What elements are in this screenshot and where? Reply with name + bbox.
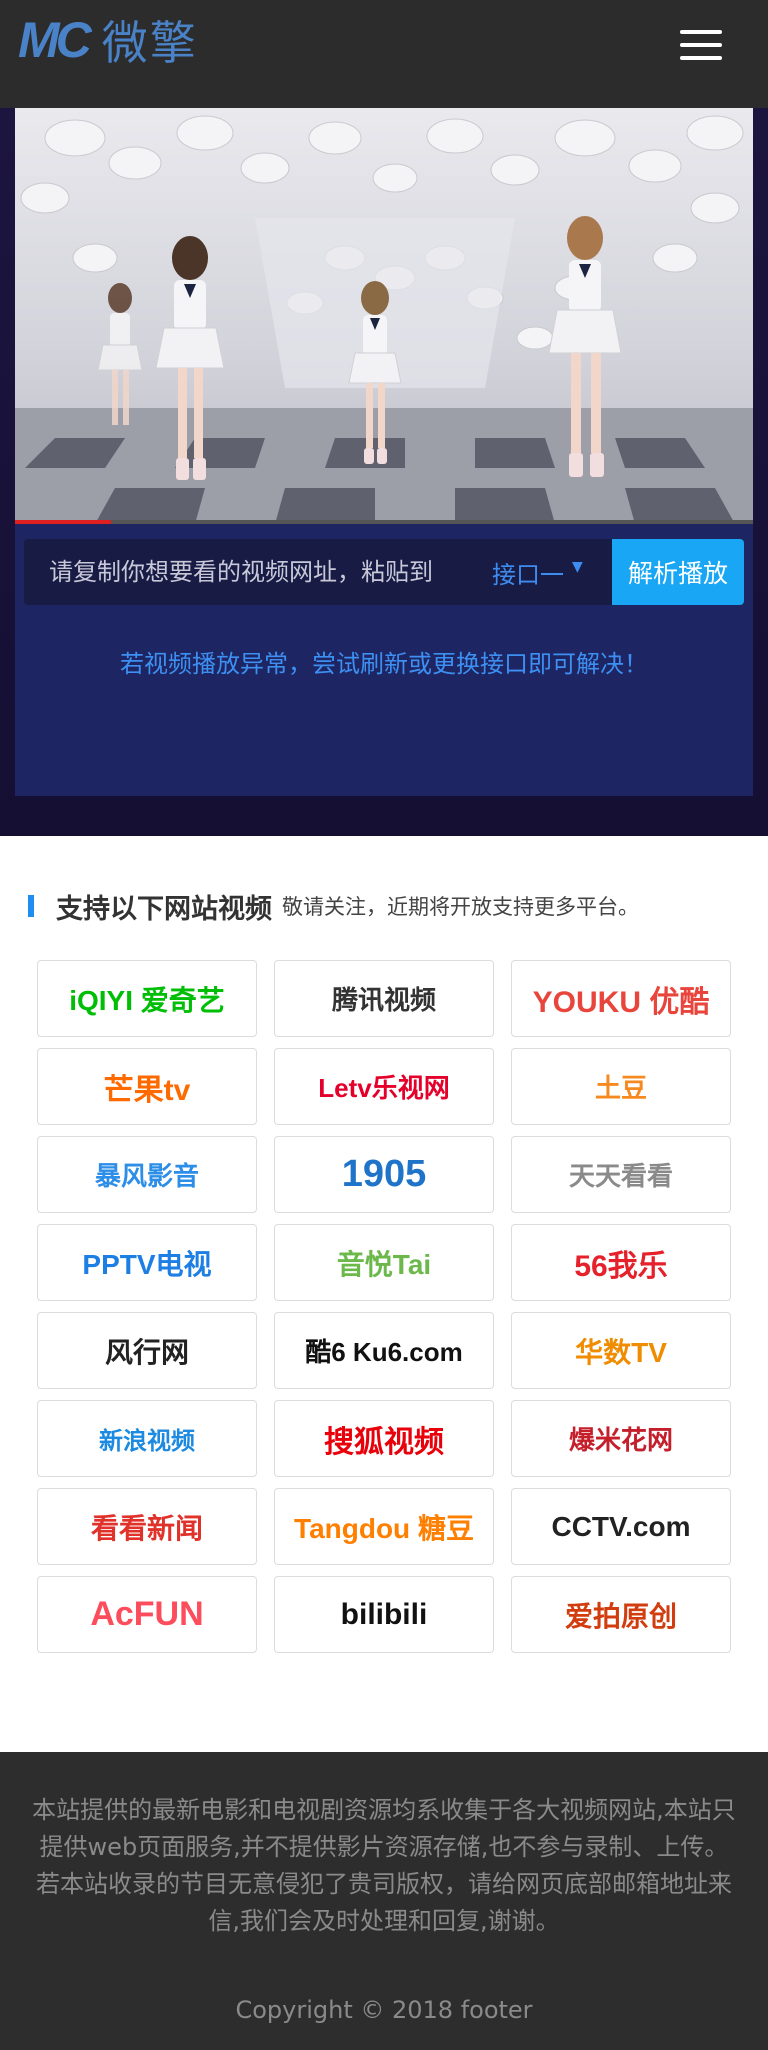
site-card-tudou[interactable]: 土豆 bbox=[511, 1048, 731, 1125]
site-logo-mgtv: 芒果tv bbox=[103, 1073, 191, 1107]
site-card-yinyuetai[interactable]: 音悦Tai bbox=[274, 1224, 494, 1301]
video-player[interactable] bbox=[15, 108, 753, 524]
site-card-cctv[interactable]: CCTV.com bbox=[511, 1488, 731, 1565]
site-card-iqiyi[interactable]: iQIYI 爱奇艺 bbox=[37, 960, 257, 1037]
site-logo-grid: iQIYI 爱奇艺 腾讯视频 YOUKU 优酷 芒果tv Letv乐视网 土豆 … bbox=[37, 960, 731, 1653]
video-url-input[interactable] bbox=[24, 539, 472, 605]
site-card-kankannews[interactable]: 看看新闻 bbox=[37, 1488, 257, 1565]
parse-bar: 接口一 ▼ 解析播放 bbox=[24, 539, 744, 605]
site-logo-sohu: 搜狐视频 bbox=[324, 1425, 444, 1459]
site-card-56[interactable]: 56我乐 bbox=[511, 1224, 731, 1301]
site-card-funshion[interactable]: 风行网 bbox=[37, 1312, 257, 1389]
site-logo-baomihua: 爆米花网 bbox=[568, 1425, 673, 1455]
site-card-baomihua[interactable]: 爆米花网 bbox=[511, 1400, 731, 1477]
footer-disclaimer: 本站提供的最新电影和电视剧资源均系收集于各大视频网站,本站只提供web页面服务,… bbox=[28, 1792, 740, 1940]
site-card-wasu[interactable]: 华数TV bbox=[511, 1312, 731, 1389]
page-footer: 本站提供的最新电影和电视剧资源均系收集于各大视频网站,本站只提供web页面服务,… bbox=[0, 1752, 768, 2050]
sites-subtitle: 敬请关注，近期将开放支持更多平台。 bbox=[282, 895, 639, 919]
site-logo-aipai: 爱拍原创 bbox=[564, 1600, 677, 1632]
site-card-1905[interactable]: 1905 bbox=[274, 1136, 494, 1213]
logo-mark: MC bbox=[18, 12, 92, 68]
site-card-sohu[interactable]: 搜狐视频 bbox=[274, 1400, 494, 1477]
site-logo-tencent: 腾讯视频 bbox=[331, 985, 436, 1015]
section-marker bbox=[28, 895, 34, 917]
menu-icon[interactable] bbox=[680, 30, 722, 60]
site-logo-cctv: CCTV.com bbox=[551, 1510, 691, 1542]
parse-panel: 接口一 ▼ 解析播放 若视频播放异常，尝试刷新或更换接口即可解决！ bbox=[15, 524, 753, 796]
site-card-mgtv[interactable]: 芒果tv bbox=[37, 1048, 257, 1125]
site-logo-bilibili: bilibili bbox=[340, 1597, 428, 1631]
site-logo[interactable]: MC 微擎 bbox=[18, 12, 198, 70]
site-card-tangdou[interactable]: Tangdou 糖豆 bbox=[274, 1488, 494, 1565]
footer-text-1: 本站提供的最新电影和电视剧资源均系收集于各大视频网站,本站只提供web页面服务,… bbox=[32, 1796, 736, 1861]
site-logo-baofeng: 暴风影音 bbox=[94, 1161, 199, 1191]
parse-tip: 若视频播放异常，尝试刷新或更换接口即可解决！ bbox=[120, 650, 648, 678]
site-card-ku6[interactable]: 酷6 Ku6.com bbox=[274, 1312, 494, 1389]
site-logo-letv: Letv乐视网 bbox=[318, 1073, 450, 1103]
site-card-bilibili[interactable]: bilibili bbox=[274, 1576, 494, 1653]
site-card-acfun[interactable]: AcFUN bbox=[37, 1576, 257, 1653]
site-logo-tudou: 土豆 bbox=[594, 1073, 647, 1103]
site-logo-wasu: 华数TV bbox=[575, 1336, 667, 1368]
site-logo-yinyuetai: 音悦Tai bbox=[336, 1248, 432, 1280]
video-frame bbox=[15, 108, 753, 524]
site-card-pptv[interactable]: PPTV电视 bbox=[37, 1224, 257, 1301]
site-logo-pptv: PPTV电视 bbox=[82, 1248, 212, 1280]
site-card-kankan[interactable]: 天天看看 bbox=[511, 1136, 731, 1213]
site-logo-iqiyi: iQIYI 爱奇艺 bbox=[69, 984, 225, 1016]
dropdown-arrow-icon: ▼ bbox=[572, 559, 583, 575]
sites-header: 支持以下网站视频 敬请关注，近期将开放支持更多平台。 bbox=[28, 886, 639, 926]
site-logo-sina: 新浪视频 bbox=[99, 1428, 195, 1455]
site-logo-ku6: 酷6 Ku6.com bbox=[305, 1337, 463, 1367]
sites-title: 支持以下网站视频 bbox=[56, 893, 272, 925]
top-header: MC 微擎 bbox=[0, 0, 768, 108]
site-card-tencent[interactable]: 腾讯视频 bbox=[274, 960, 494, 1037]
site-card-baofeng[interactable]: 暴风影音 bbox=[37, 1136, 257, 1213]
footer-copyright: Copyright © 2018 footer bbox=[235, 1996, 533, 2024]
site-logo-kankannews: 看看新闻 bbox=[90, 1512, 203, 1544]
interface-select[interactable]: 接口一 ▼ bbox=[484, 539, 604, 605]
logo-text: 微擎 bbox=[101, 16, 198, 70]
site-logo-funshion: 风行网 bbox=[104, 1336, 189, 1368]
site-logo-kankan: 天天看看 bbox=[568, 1161, 673, 1191]
site-logo-acfun: AcFUN bbox=[90, 1595, 204, 1633]
site-logo-tangdou: Tangdou 糖豆 bbox=[294, 1512, 474, 1544]
site-card-youku[interactable]: YOUKU 优酷 bbox=[511, 960, 731, 1037]
site-card-sina[interactable]: 新浪视频 bbox=[37, 1400, 257, 1477]
interface-select-value: 接口一 bbox=[492, 560, 564, 589]
site-card-aipai[interactable]: 爱拍原创 bbox=[511, 1576, 731, 1653]
site-logo-1905: 1905 bbox=[341, 1153, 427, 1195]
site-card-letv[interactable]: Letv乐视网 bbox=[274, 1048, 494, 1125]
parse-play-button[interactable]: 解析播放 bbox=[612, 539, 744, 605]
hero-section: 接口一 ▼ 解析播放 若视频播放异常，尝试刷新或更换接口即可解决！ bbox=[0, 108, 768, 836]
footer-text-2: 若本站收录的节目无意侵犯了贵司版权，请给网页底部邮箱地址来信,我们会及时处理和回… bbox=[36, 1870, 732, 1935]
site-logo-youku: YOUKU 优酷 bbox=[532, 985, 710, 1019]
site-logo-56: 56我乐 bbox=[574, 1249, 668, 1283]
